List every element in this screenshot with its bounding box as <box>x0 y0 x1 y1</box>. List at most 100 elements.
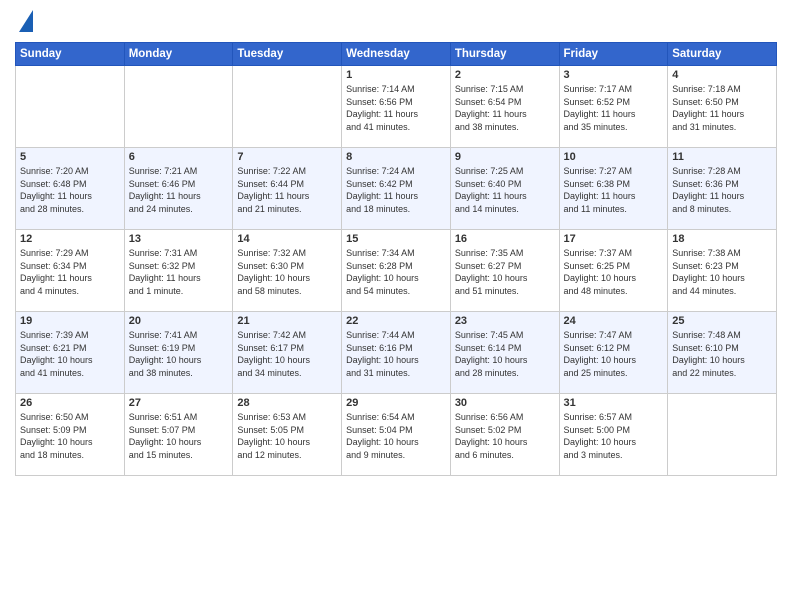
day-number: 7 <box>237 151 337 163</box>
calendar-cell: 15 Sunrise: 7:34 AM Sunset: 6:28 PM Dayli… <box>342 230 451 312</box>
calendar-cell: 1 Sunrise: 7:14 AM Sunset: 6:56 PM Daylig… <box>342 66 451 148</box>
calendar-cell: 29 Sunrise: 6:54 AM Sunset: 5:04 PM Dayli… <box>342 394 451 476</box>
calendar-cell: 3 Sunrise: 7:17 AM Sunset: 6:52 PM Daylig… <box>559 66 668 148</box>
day-number: 25 <box>672 315 772 327</box>
day-number: 4 <box>672 69 772 81</box>
calendar-cell: 21 Sunrise: 7:42 AM Sunset: 6:17 PM Dayli… <box>233 312 342 394</box>
day-number: 13 <box>129 233 229 245</box>
day-info: Sunrise: 7:39 AM Sunset: 6:21 PM Dayligh… <box>20 329 120 379</box>
calendar-cell: 20Sunrise: 7:41 AM Sunset: 6:19 PM Dayli… <box>124 312 233 394</box>
day-number: 28 <box>237 397 337 409</box>
calendar-cell: 28 Sunrise: 6:53 AM Sunset: 5:05 PM Dayli… <box>233 394 342 476</box>
logo <box>15 10 33 34</box>
header <box>15 10 777 34</box>
day-info: Sunrise: 7:35 AM Sunset: 6:27 PM Dayligh… <box>455 247 555 297</box>
calendar-cell: 16 Sunrise: 7:35 AM Sunset: 6:27 PM Dayli… <box>450 230 559 312</box>
day-number: 19 <box>20 315 120 327</box>
calendar-cell: 23 Sunrise: 7:45 AM Sunset: 6:14 PM Dayli… <box>450 312 559 394</box>
day-number: 6 <box>129 151 229 163</box>
day-info: Sunrise: 7:21 AM Sunset: 6:46 PM Dayligh… <box>129 165 229 215</box>
day-info: Sunrise: 7:31 AM Sunset: 6:32 PM Dayligh… <box>129 247 229 297</box>
calendar-week-row: 12 Sunrise: 7:29 AM Sunset: 6:34 PM Dayli… <box>16 230 777 312</box>
day-number: 30 <box>455 397 555 409</box>
calendar-header-sunday: Sunday <box>16 43 125 66</box>
calendar-cell <box>16 66 125 148</box>
logo-triangle-icon <box>19 10 33 32</box>
day-number: 26 <box>20 397 120 409</box>
calendar-table: SundayMondayTuesdayWednesdayThursdayFrid… <box>15 42 777 476</box>
calendar-cell: 27 Sunrise: 6:51 AM Sunset: 5:07 PM Dayli… <box>124 394 233 476</box>
day-info: Sunrise: 6:51 AM Sunset: 5:07 PM Dayligh… <box>129 411 229 461</box>
day-info: Sunrise: 7:24 AM Sunset: 6:42 PM Dayligh… <box>346 165 446 215</box>
day-info: Sunrise: 7:32 AM Sunset: 6:30 PM Dayligh… <box>237 247 337 297</box>
day-info: Sunrise: 7:15 AM Sunset: 6:54 PM Dayligh… <box>455 83 555 133</box>
day-number: 16 <box>455 233 555 245</box>
calendar-header-row: SundayMondayTuesdayWednesdayThursdayFrid… <box>16 43 777 66</box>
day-number: 29 <box>346 397 446 409</box>
day-number: 23 <box>455 315 555 327</box>
day-number: 12 <box>20 233 120 245</box>
day-info: Sunrise: 7:18 AM Sunset: 6:50 PM Dayligh… <box>672 83 772 133</box>
day-info: Sunrise: 7:14 AM Sunset: 6:56 PM Dayligh… <box>346 83 446 133</box>
day-number: 5 <box>20 151 120 163</box>
day-number: 24 <box>564 315 664 327</box>
day-info: Sunrise: 6:53 AM Sunset: 5:05 PM Dayligh… <box>237 411 337 461</box>
day-info: Sunrise: 6:50 AM Sunset: 5:09 PM Dayligh… <box>20 411 120 461</box>
day-info: Sunrise: 7:25 AM Sunset: 6:40 PM Dayligh… <box>455 165 555 215</box>
day-number: 2 <box>455 69 555 81</box>
calendar-cell: 31Sunrise: 6:57 AM Sunset: 5:00 PM Dayli… <box>559 394 668 476</box>
day-info: Sunrise: 6:54 AM Sunset: 5:04 PM Dayligh… <box>346 411 446 461</box>
day-info: Sunrise: 7:22 AM Sunset: 6:44 PM Dayligh… <box>237 165 337 215</box>
calendar-cell: 11Sunrise: 7:28 AM Sunset: 6:36 PM Dayli… <box>668 148 777 230</box>
day-info: Sunrise: 7:45 AM Sunset: 6:14 PM Dayligh… <box>455 329 555 379</box>
calendar-cell: 18 Sunrise: 7:38 AM Sunset: 6:23 PM Dayli… <box>668 230 777 312</box>
day-number: 1 <box>346 69 446 81</box>
calendar-week-row: 1 Sunrise: 7:14 AM Sunset: 6:56 PM Daylig… <box>16 66 777 148</box>
calendar-cell: 12 Sunrise: 7:29 AM Sunset: 6:34 PM Dayli… <box>16 230 125 312</box>
day-number: 8 <box>346 151 446 163</box>
calendar-week-row: 19 Sunrise: 7:39 AM Sunset: 6:21 PM Dayli… <box>16 312 777 394</box>
calendar-cell: 7 Sunrise: 7:22 AM Sunset: 6:44 PM Daylig… <box>233 148 342 230</box>
calendar-cell: 13 Sunrise: 7:31 AM Sunset: 6:32 PM Dayli… <box>124 230 233 312</box>
day-info: Sunrise: 7:37 AM Sunset: 6:25 PM Dayligh… <box>564 247 664 297</box>
day-info: Sunrise: 7:41 AM Sunset: 6:19 PM Dayligh… <box>129 329 229 379</box>
calendar-cell: 19 Sunrise: 7:39 AM Sunset: 6:21 PM Dayli… <box>16 312 125 394</box>
day-number: 15 <box>346 233 446 245</box>
calendar-cell: 8 Sunrise: 7:24 AM Sunset: 6:42 PM Daylig… <box>342 148 451 230</box>
calendar-cell: 5 Sunrise: 7:20 AM Sunset: 6:48 PM Daylig… <box>16 148 125 230</box>
day-info: Sunrise: 7:44 AM Sunset: 6:16 PM Dayligh… <box>346 329 446 379</box>
calendar-cell: 2 Sunrise: 7:15 AM Sunset: 6:54 PM Daylig… <box>450 66 559 148</box>
day-number: 27 <box>129 397 229 409</box>
calendar-header-tuesday: Tuesday <box>233 43 342 66</box>
calendar-cell <box>233 66 342 148</box>
calendar-cell: 22Sunrise: 7:44 AM Sunset: 6:16 PM Dayli… <box>342 312 451 394</box>
page: SundayMondayTuesdayWednesdayThursdayFrid… <box>0 0 792 612</box>
day-number: 21 <box>237 315 337 327</box>
day-info: Sunrise: 7:20 AM Sunset: 6:48 PM Dayligh… <box>20 165 120 215</box>
day-info: Sunrise: 7:47 AM Sunset: 6:12 PM Dayligh… <box>564 329 664 379</box>
calendar-cell: 4 Sunrise: 7:18 AM Sunset: 6:50 PM Daylig… <box>668 66 777 148</box>
calendar-header-friday: Friday <box>559 43 668 66</box>
calendar-cell: 6 Sunrise: 7:21 AM Sunset: 6:46 PM Daylig… <box>124 148 233 230</box>
day-number: 14 <box>237 233 337 245</box>
day-info: Sunrise: 7:42 AM Sunset: 6:17 PM Dayligh… <box>237 329 337 379</box>
day-number: 31 <box>564 397 664 409</box>
calendar-header-monday: Monday <box>124 43 233 66</box>
calendar-cell: 17 Sunrise: 7:37 AM Sunset: 6:25 PM Dayli… <box>559 230 668 312</box>
calendar-cell: 10 Sunrise: 7:27 AM Sunset: 6:38 PM Dayli… <box>559 148 668 230</box>
day-info: Sunrise: 7:29 AM Sunset: 6:34 PM Dayligh… <box>20 247 120 297</box>
calendar-week-row: 5 Sunrise: 7:20 AM Sunset: 6:48 PM Daylig… <box>16 148 777 230</box>
day-number: 17 <box>564 233 664 245</box>
calendar-cell: 26 Sunrise: 6:50 AM Sunset: 5:09 PM Dayli… <box>16 394 125 476</box>
day-number: 10 <box>564 151 664 163</box>
calendar-cell: 24 Sunrise: 7:47 AM Sunset: 6:12 PM Dayli… <box>559 312 668 394</box>
day-number: 9 <box>455 151 555 163</box>
day-info: Sunrise: 7:34 AM Sunset: 6:28 PM Dayligh… <box>346 247 446 297</box>
day-info: Sunrise: 7:27 AM Sunset: 6:38 PM Dayligh… <box>564 165 664 215</box>
day-info: Sunrise: 7:48 AM Sunset: 6:10 PM Dayligh… <box>672 329 772 379</box>
calendar-header-thursday: Thursday <box>450 43 559 66</box>
day-number: 18 <box>672 233 772 245</box>
day-info: Sunrise: 7:38 AM Sunset: 6:23 PM Dayligh… <box>672 247 772 297</box>
day-number: 3 <box>564 69 664 81</box>
day-info: Sunrise: 7:17 AM Sunset: 6:52 PM Dayligh… <box>564 83 664 133</box>
